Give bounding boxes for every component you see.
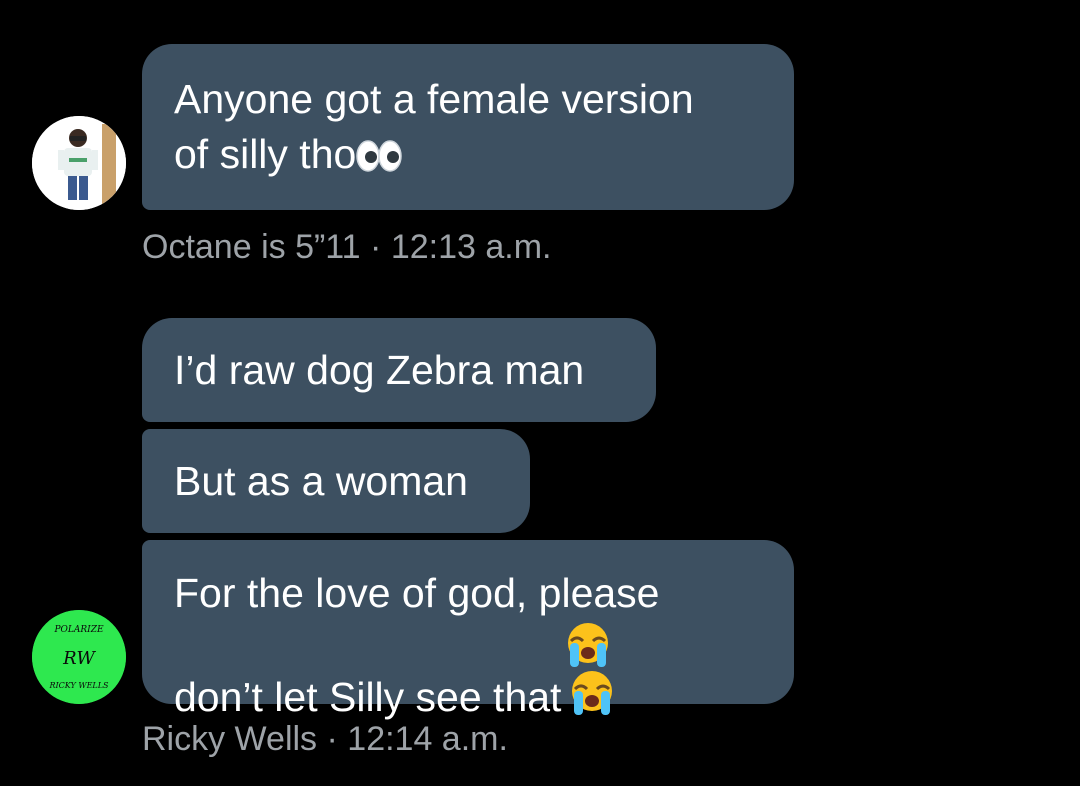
message-bubble[interactable]: I’d raw dog Zebra man	[142, 318, 656, 422]
message-meta: Octane is 5”11 · 12:13 a.m.	[142, 228, 551, 267]
message-line: of silly tho	[174, 131, 357, 177]
message-line-with-emoji: of silly tho	[174, 127, 762, 182]
message-line: But as a woman	[174, 458, 468, 504]
avatar-photo	[32, 116, 126, 210]
avatar-logo-bottom-text: RICKY WELLS	[48, 681, 109, 690]
message-bubble[interactable]: But as a woman	[142, 429, 530, 533]
avatar-octane[interactable]	[32, 116, 126, 210]
avatar-ricky-wells[interactable]: POLARIZE RW RICKY WELLS	[32, 610, 126, 704]
eyes-emoji	[356, 138, 403, 174]
avatar-logo: POLARIZE RW RICKY WELLS	[32, 610, 126, 704]
avatar-logo-initials: RW	[62, 648, 96, 669]
message-line-with-emoji: don’t let Silly see that	[174, 621, 762, 725]
timestamp: 12:14 a.m.	[347, 720, 508, 758]
avatar-logo-top-text: POLARIZE	[53, 625, 103, 635]
message-meta: Ricky Wells · 12:14 a.m.	[142, 720, 508, 759]
timestamp: 12:13 a.m.	[390, 228, 552, 266]
message-line: Anyone got a female version	[174, 76, 694, 122]
message-line: For the love of god, please	[174, 570, 660, 616]
meta-separator: ·	[326, 720, 338, 758]
message-bubble[interactable]: For the love of god, please don’t let Si…	[142, 540, 794, 720]
loudly-crying-face-emoji	[561, 621, 619, 717]
message-line: I’d raw dog Zebra man	[174, 347, 585, 393]
sender-name[interactable]: Ricky Wells	[142, 720, 317, 758]
meta-separator: ·	[370, 228, 382, 266]
message-bubble[interactable]: Anyone got a female version of silly tho	[142, 44, 794, 210]
message-line: don’t let Silly see that	[174, 674, 562, 720]
sender-name[interactable]: Octane is 5”11	[142, 228, 361, 266]
